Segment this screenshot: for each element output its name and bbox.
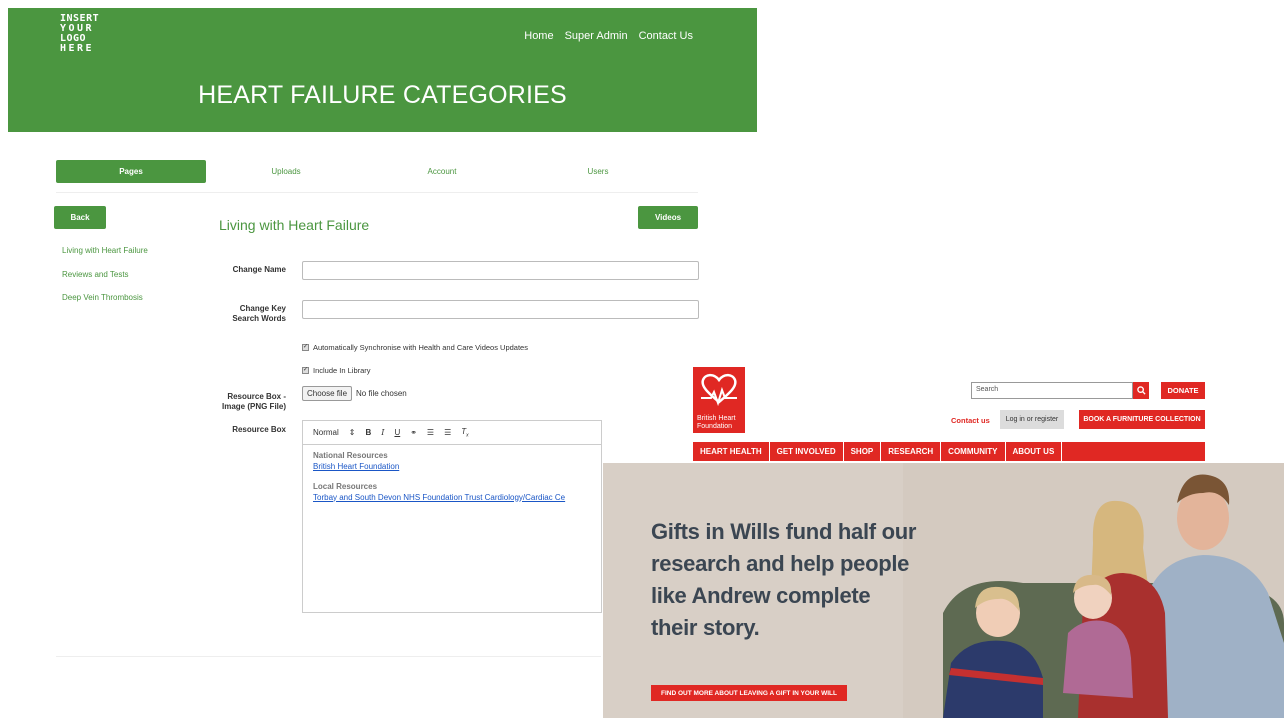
hero-line: their story. [651, 615, 760, 640]
ordered-list-icon[interactable]: ☰ [427, 428, 434, 437]
tab-bar: Pages Uploads Account Users [56, 160, 698, 193]
library-checkbox[interactable]: ✓ [302, 367, 309, 374]
link-icon[interactable]: ⚭ [410, 428, 417, 437]
bhf-website: British Heart Foundation Search DONATE C… [603, 355, 1284, 718]
resource-box-label: Resource Box [232, 425, 286, 434]
logo-line: HERE [60, 43, 95, 54]
sidebar-list: Living with Heart Failure Reviews and Te… [62, 246, 148, 317]
clear-format-icon[interactable]: Tx [461, 427, 468, 439]
tab-pages[interactable]: Pages [56, 160, 206, 183]
editor-toolbar: Normal ⇕ B I U ⚭ ☰ ☰ Tx [303, 421, 601, 445]
bhf-search-input[interactable]: Search [971, 382, 1133, 399]
bhf-logo-text: British Heart Foundation [697, 415, 736, 430]
heart-logo-icon [701, 373, 737, 406]
choose-file-button[interactable]: Choose file [302, 386, 353, 401]
bhf-link[interactable]: British Heart Foundation [313, 462, 399, 471]
sidebar-item-living-with-heart-failure[interactable]: Living with Heart Failure [62, 246, 148, 255]
file-upload: Choose file No file chosen [302, 386, 407, 401]
nav-shop[interactable]: SHOP [844, 442, 882, 461]
furniture-collection-button[interactable]: BOOK A FURNITURE COLLECTION [1079, 410, 1205, 429]
nav-heart-health[interactable]: HEART HEALTH [693, 442, 770, 461]
change-name-input[interactable] [302, 261, 699, 280]
national-resources-heading: National Resources [313, 451, 388, 460]
sidebar-item-reviews-and-tests[interactable]: Reviews and Tests [62, 270, 148, 279]
tab-account[interactable]: Account [367, 160, 517, 183]
local-resources-heading: Local Resources [313, 482, 378, 491]
top-nav: Home Super Admin Contact Us [524, 30, 693, 42]
editor-body[interactable]: National Resources British Heart Foundat… [303, 445, 601, 509]
library-checkbox-label: Include In Library [313, 366, 371, 375]
section-heading: Living with Heart Failure [219, 217, 370, 233]
contact-us-link[interactable]: Contact us [951, 416, 990, 425]
tab-users[interactable]: Users [523, 160, 673, 183]
bullet-list-icon[interactable]: ☰ [444, 428, 451, 437]
nav-research[interactable]: RESEARCH [881, 442, 942, 461]
nav-contact-us-link[interactable]: Contact Us [639, 30, 693, 42]
sidebar-item-deep-vein-thrombosis[interactable]: Deep Vein Thrombosis [62, 293, 148, 302]
hero-banner: Gifts in Wills fund half our research an… [603, 463, 1284, 718]
change-key-input[interactable] [302, 300, 699, 319]
videos-button[interactable]: Videos [638, 206, 698, 229]
hero-line: Gifts in Wills fund half our [651, 519, 917, 544]
family-photo [903, 463, 1284, 718]
bold-icon[interactable]: B [365, 428, 371, 437]
nav-home-link[interactable]: Home [524, 30, 553, 42]
change-name-label: Change Name [232, 265, 286, 274]
italic-icon[interactable]: I [381, 428, 384, 437]
nav-super-admin-link[interactable]: Super Admin [565, 30, 628, 42]
bhf-logo[interactable]: British Heart Foundation [693, 367, 745, 433]
select-arrows-icon[interactable]: ⇕ [349, 428, 356, 437]
nav-about-us[interactable]: ABOUT US [1006, 442, 1063, 461]
sync-checkbox-label: Automatically Synchronise with Health an… [313, 343, 528, 352]
page-title: HEART FAILURE CATEGORIES [198, 81, 567, 109]
nav-get-involved[interactable]: GET INVOLVED [770, 442, 844, 461]
admin-header: INSERT YOUR LOGO HERE Home Super Admin C… [8, 8, 757, 132]
sync-checkbox-row: ✓ Automatically Synchronise with Health … [302, 343, 528, 352]
library-checkbox-row: ✓ Include In Library [302, 366, 371, 375]
hero-line: research and help people [651, 551, 910, 576]
nav-community[interactable]: COMMUNITY [941, 442, 1006, 461]
hero-line: like Andrew complete [651, 583, 871, 608]
login-button[interactable]: Log in or register [1000, 410, 1064, 429]
logo-text-line: British Heart [697, 415, 736, 422]
format-select[interactable]: Normal [313, 428, 339, 437]
gift-in-will-button[interactable]: FIND OUT MORE ABOUT LEAVING A GIFT IN YO… [651, 685, 847, 701]
torbay-link[interactable]: Torbay and South Devon NHS Foundation Tr… [313, 493, 565, 502]
underline-icon[interactable]: U [394, 428, 400, 437]
logo-placeholder[interactable]: INSERT YOUR LOGO HERE [60, 14, 120, 54]
sync-checkbox[interactable]: ✓ [302, 344, 309, 351]
change-key-label: Change Key Search Words [232, 304, 286, 323]
resource-image-label: Resource Box - Image (PNG File) [221, 392, 286, 411]
donate-button[interactable]: DONATE [1161, 382, 1205, 399]
no-file-text: No file chosen [356, 389, 407, 398]
search-icon[interactable] [1133, 382, 1149, 399]
bhf-main-nav: HEART HEALTH GET INVOLVED SHOP RESEARCH … [693, 442, 1205, 461]
hero-headline: Gifts in Wills fund half our research an… [651, 516, 951, 644]
logo-text-line: Foundation [697, 422, 733, 430]
back-button[interactable]: Back [54, 206, 106, 229]
rich-text-editor[interactable]: Normal ⇕ B I U ⚭ ☰ ☰ Tx National Resourc… [302, 420, 602, 613]
tab-uploads[interactable]: Uploads [211, 160, 361, 183]
divider [56, 656, 601, 657]
